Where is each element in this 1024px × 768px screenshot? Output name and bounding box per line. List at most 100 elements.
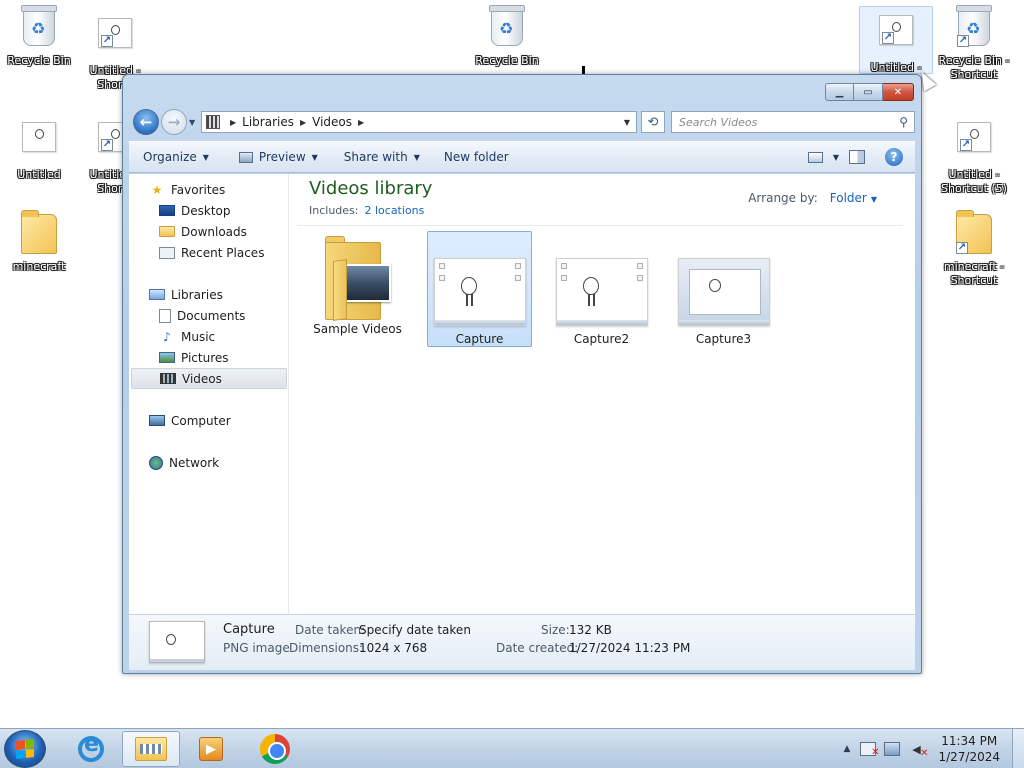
breadcrumb-chevron-icon[interactable]: ▶ [300, 118, 306, 127]
close-icon: ✕ [893, 86, 903, 98]
dimensions-label: Dimensions: [289, 641, 364, 655]
minimize-button[interactable]: ▁ [825, 83, 854, 101]
new-folder-button[interactable]: New folder [430, 145, 519, 169]
forward-button[interactable]: → [161, 109, 187, 135]
search-icon[interactable]: ⚲ [899, 115, 908, 129]
show-desktop-button[interactable] [1012, 729, 1024, 768]
taskbar-windows-explorer[interactable] [122, 731, 180, 767]
library-locations-link[interactable]: 2 locations [364, 204, 424, 217]
recycle-bin-icon [21, 5, 57, 46]
desktop-icon-untitled-shortcut-5[interactable]: ↗ Untitled - Shortcut (5) [937, 116, 1011, 196]
date-created-label: Date created: [496, 641, 579, 655]
nav-downloads[interactable]: Downloads [159, 221, 247, 242]
maximize-button[interactable]: ▭ [854, 83, 883, 101]
file-item-capture2[interactable]: Capture2 [549, 231, 654, 347]
selected-file-type: PNG image [223, 641, 290, 655]
windows-explorer-icon [135, 737, 167, 761]
network-status-icon[interactable] [884, 742, 901, 756]
nav-desktop[interactable]: Desktop [159, 200, 231, 221]
desktop-icon-recycle-bin-2[interactable]: Recycle Bin [470, 2, 544, 68]
close-button[interactable]: ✕ [883, 83, 914, 101]
desktop-icon-untitled-shortcut-selected[interactable]: ↗ Untitled - [859, 6, 933, 74]
volume-muted-icon[interactable]: ◀ ✕ [908, 742, 928, 760]
maximize-icon: ▭ [863, 86, 873, 98]
show-hidden-icons-button[interactable]: ▲ [844, 744, 851, 754]
videos-library-icon [206, 115, 220, 129]
nav-favorites[interactable]: ★ Favorites [149, 179, 226, 200]
desktop-icon-label: minecraft [12, 260, 66, 273]
nav-pictures[interactable]: Pictures [159, 347, 229, 368]
search-input[interactable] [672, 112, 882, 132]
nav-libraries[interactable]: Libraries [149, 284, 223, 305]
back-arrow-icon: ← [139, 113, 153, 131]
organize-button[interactable]: Organize ▼ [129, 145, 219, 169]
clock-time: 11:34 PM [941, 734, 998, 748]
file-item-capture[interactable]: Capture [427, 231, 532, 347]
arrange-by-dropdown[interactable]: Folder [830, 191, 867, 205]
nav-music[interactable]: ♪ Music [159, 326, 215, 347]
action-center-icon[interactable]: ✕ [860, 742, 879, 758]
file-item-capture3[interactable]: Capture3 [671, 231, 776, 347]
music-note-icon: ♪ [163, 329, 171, 344]
address-bar[interactable]: ▶ Libraries ▶ Videos ▶ ▼ [201, 111, 637, 133]
nav-recent-places[interactable]: Recent Places [159, 242, 264, 263]
downloads-folder-icon [159, 226, 175, 237]
recent-pages-dropdown[interactable]: ▼ [189, 118, 195, 127]
start-button[interactable] [4, 730, 46, 768]
taskbar-media-player[interactable]: ▶ [182, 731, 240, 767]
search-box[interactable]: ⚲ [671, 111, 915, 133]
desktop-icon-recycle-bin-shortcut[interactable]: ↗ Recycle Bin -Shortcut [937, 2, 1011, 82]
desktop-icon-minecraft[interactable]: minecraft [2, 208, 76, 274]
nav-videos[interactable]: Videos [131, 368, 287, 389]
new-folder-label: New folder [443, 150, 509, 164]
breadcrumb-chevron-icon[interactable]: ▶ [230, 118, 236, 127]
arrange-by: Arrange by: Folder ▼ [748, 191, 877, 205]
network-icon [149, 455, 163, 470]
recycle-bin-icon [489, 5, 525, 46]
date-taken-value[interactable]: Specify date taken [359, 623, 471, 637]
breadcrumb-libraries[interactable]: Libraries [242, 115, 294, 129]
desktop-icon-untitled[interactable]: Untitled [2, 116, 76, 182]
shortcut-file-icon: ↗ [98, 18, 132, 48]
recycle-bin-icon: ↗ [956, 5, 992, 47]
view-options-dropdown[interactable]: ▼ [833, 153, 839, 162]
address-history-dropdown[interactable]: ▼ [624, 118, 630, 127]
file-item-sample-videos[interactable]: Sample Videos [305, 231, 410, 347]
navigation-pane[interactable]: ★ Favorites Desktop Downloads Recent Plac… [129, 174, 289, 614]
explorer-window[interactable]: ▁ ▭ ✕ ← → ▼ ▶ Libraries ▶ Videos ▶ ▼ ⟲ ⚲… [122, 74, 922, 674]
desktop-icon-label: Recycle Bin - Shortcut [938, 54, 1010, 81]
library-title: Videos library [309, 178, 433, 199]
nav-network[interactable]: Network [149, 452, 219, 473]
libraries-icon [149, 289, 165, 300]
desktop-artifact [582, 66, 585, 74]
desktop-icon-minecraft-shortcut[interactable]: ↗ minecraft - Shortcut [937, 208, 1011, 288]
breadcrumb-chevron-icon[interactable]: ▶ [358, 118, 364, 127]
refresh-button[interactable]: ⟲ [641, 111, 665, 133]
command-bar: Organize ▼ Preview ▼ Share with ▼ New folde… [129, 141, 915, 173]
nav-documents[interactable]: Documents [159, 305, 245, 326]
file-name: Capture3 [695, 332, 752, 346]
clock[interactable]: 11:34 PM 1/27/2024 [938, 733, 1000, 765]
folder-icon [324, 236, 391, 321]
documents-icon [159, 308, 171, 323]
back-button[interactable]: ← [133, 109, 159, 135]
videos-icon [160, 373, 176, 384]
nav-computer[interactable]: Computer [149, 410, 231, 431]
chevron-down-icon: ▼ [311, 152, 318, 162]
help-icon[interactable]: ? [885, 148, 903, 166]
taskbar-chrome[interactable] [246, 731, 304, 767]
change-view-icon[interactable] [807, 151, 823, 163]
share-with-button[interactable]: Share with ▼ [328, 145, 430, 169]
image-thumbnail [433, 258, 526, 326]
date-taken-label: Date taken: [295, 623, 366, 637]
breadcrumb-videos[interactable]: Videos [312, 115, 352, 129]
preview-pane-toggle-icon[interactable] [849, 150, 865, 164]
file-list-pane[interactable]: Videos library Includes: 2 locations Arra… [297, 174, 915, 614]
image-thumbnail [677, 258, 770, 326]
chevron-down-icon[interactable]: ▼ [871, 195, 877, 204]
desktop-icon-recycle-bin[interactable]: Recycle Bin [2, 2, 76, 68]
taskbar-internet-explorer[interactable] [62, 731, 120, 767]
preview-button[interactable]: Preview ▼ [219, 145, 328, 169]
desktop-icon-label: Recycle Bin [475, 54, 539, 67]
dimensions-value: 1024 x 768 [359, 641, 428, 655]
